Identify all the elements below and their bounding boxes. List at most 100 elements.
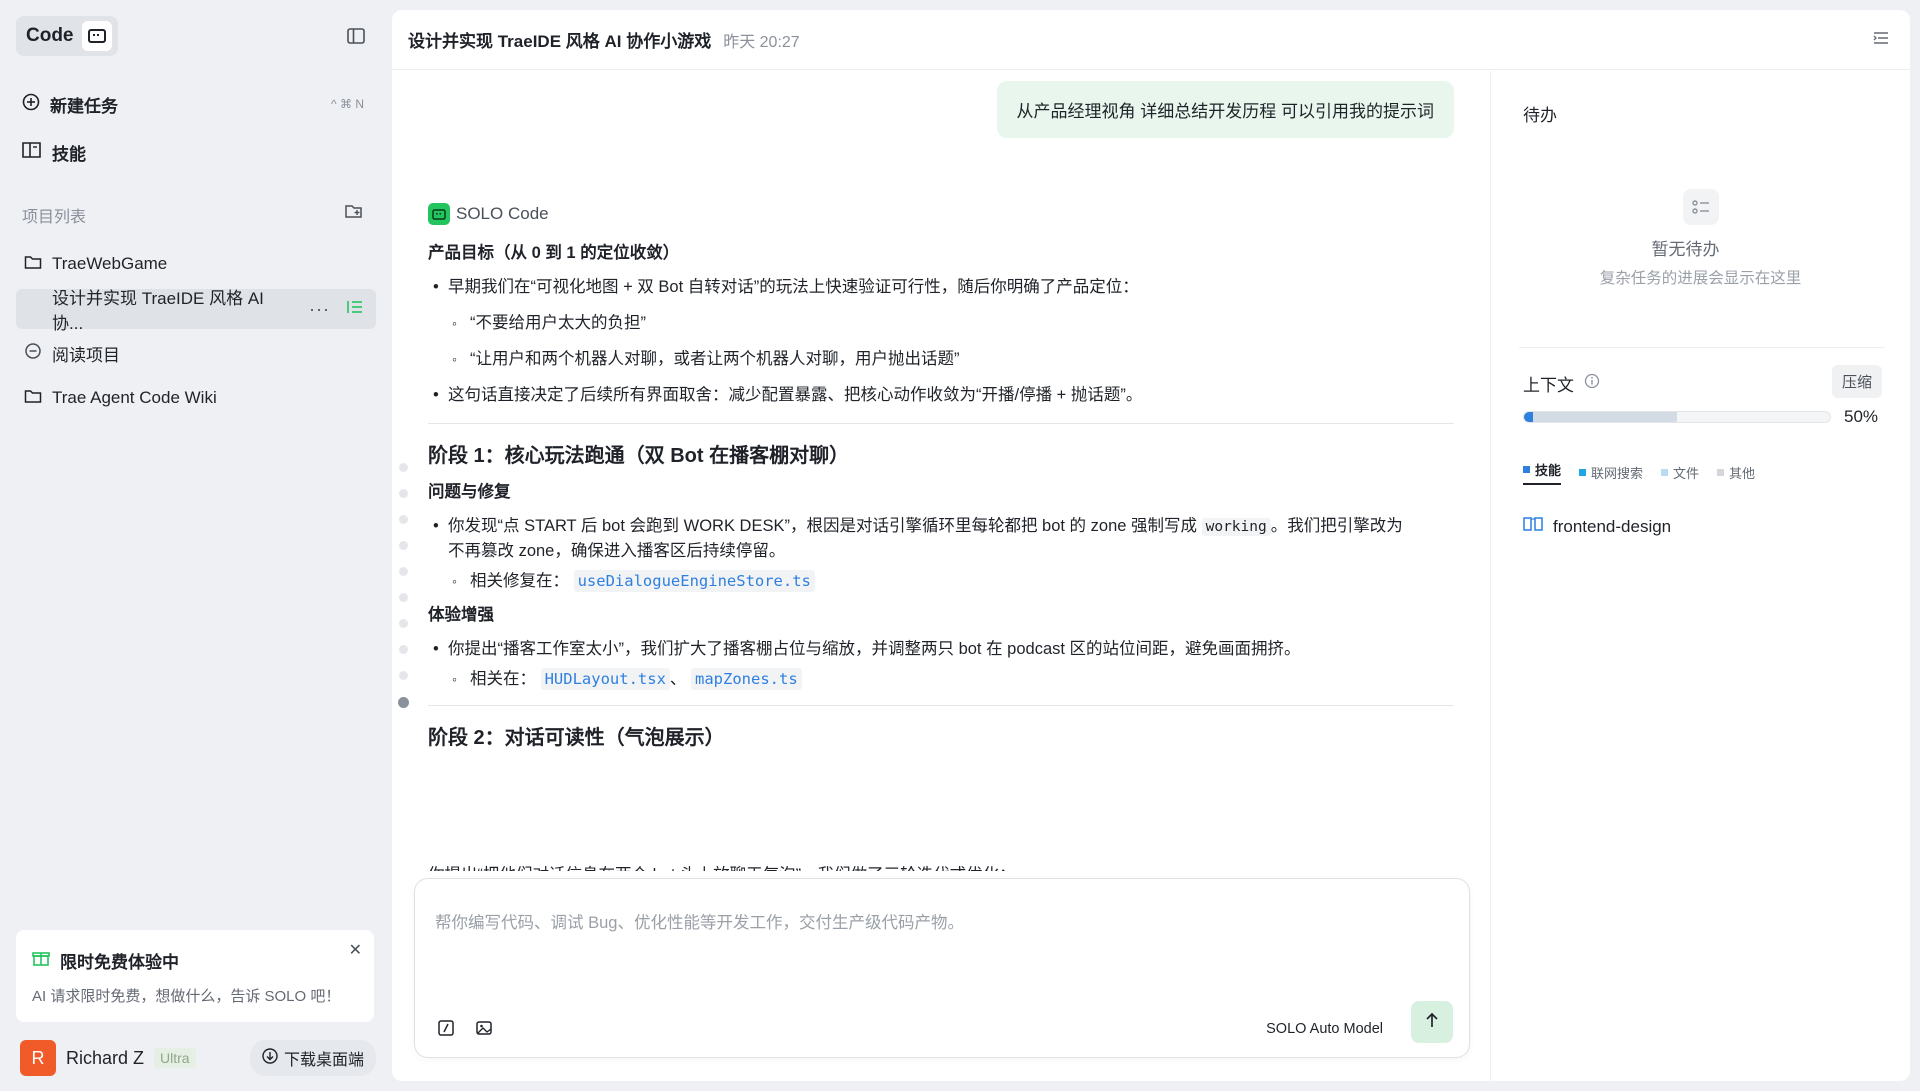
promo-title: 限时免费体验中 bbox=[60, 953, 179, 972]
legend-tab-skills[interactable]: 技能 bbox=[1523, 460, 1562, 485]
sub-heading: 问题与修复 bbox=[428, 483, 511, 501]
sidebar-toggle-icon[interactable] bbox=[344, 24, 368, 48]
folder-icon bbox=[24, 254, 42, 275]
project-label: TraeWebGame bbox=[52, 254, 168, 273]
brand-label: Code bbox=[26, 25, 74, 46]
legend-swatch bbox=[1523, 466, 1530, 473]
inline-code: working bbox=[1201, 518, 1271, 536]
legend-label: 联网搜索 bbox=[1591, 466, 1644, 481]
outline-dot[interactable] bbox=[399, 671, 408, 680]
skills-label: 技能 bbox=[52, 144, 86, 164]
skills-button[interactable]: 技能 bbox=[16, 132, 376, 172]
outline-toggle-icon[interactable] bbox=[1872, 30, 1890, 51]
file-link[interactable]: useDialogueEngineStore.ts bbox=[573, 570, 815, 592]
section-heading: 产品目标（从 0 到 1 的定位收敛） bbox=[428, 244, 680, 262]
minus-circle-icon bbox=[24, 342, 42, 365]
checklist-icon bbox=[1683, 189, 1719, 225]
promo-card: 限时免费体验中 AI 请求限时免费，想做什么，告诉 SOLO 吧！ ✕ bbox=[16, 930, 374, 1022]
list-text: 你发现“点 START 后 bot 会跑到 WORK DESK”，根因是对话引擎… bbox=[448, 517, 1202, 535]
more-options-icon[interactable]: ··· bbox=[309, 299, 330, 320]
outline-dot-active[interactable] bbox=[398, 697, 409, 708]
skill-item[interactable]: frontend-design bbox=[1523, 516, 1671, 537]
folder-icon bbox=[24, 388, 42, 409]
avatar[interactable]: R bbox=[20, 1040, 56, 1076]
list-text: 相关修复在： bbox=[470, 572, 569, 590]
phase-heading: 阶段 2：对话可读性（气泡展示） bbox=[428, 727, 725, 749]
context-title: 上下文 bbox=[1523, 376, 1574, 395]
slash-command-icon[interactable] bbox=[437, 1019, 455, 1042]
download-desktop-button[interactable]: 下载桌面端 bbox=[249, 1040, 376, 1076]
outline-dot[interactable] bbox=[399, 463, 408, 472]
legend-label: 文件 bbox=[1673, 466, 1700, 481]
file-link[interactable]: HUDLayout.tsx bbox=[540, 668, 670, 690]
legend-tab-web-search[interactable]: 联网搜索 bbox=[1579, 460, 1643, 485]
task-list-icon bbox=[346, 299, 364, 320]
model-selector[interactable]: SOLO Auto Model bbox=[1266, 1021, 1383, 1037]
user-name[interactable]: Richard Z bbox=[66, 1048, 144, 1069]
list-text: 。我们把引擎改为 bbox=[1270, 517, 1403, 535]
download-icon bbox=[262, 1047, 278, 1069]
context-header: 上下文 bbox=[1523, 371, 1600, 396]
list-item: 你提出“播客工作室太小”，我们扩大了播客棚占位与缩放，并调整两只 bot 在 p… bbox=[428, 637, 1454, 661]
send-button[interactable] bbox=[1411, 1001, 1453, 1043]
outline-dot[interactable] bbox=[399, 515, 408, 524]
legend-swatch bbox=[1661, 469, 1669, 476]
outline-dot[interactable] bbox=[399, 645, 408, 654]
phase-heading: 阶段 1：核心玩法跑通（双 Bot 在播客棚对聊） bbox=[428, 445, 850, 467]
message-composer[interactable]: 帮你编写代码、调试 Bug、优化性能等开发工作，交付生产级代码产物。 SOLO … bbox=[414, 878, 1470, 1058]
new-task-shortcut: ^ ⌘ N bbox=[331, 97, 364, 111]
legend-label: 技能 bbox=[1535, 463, 1562, 478]
project-item-traewebgame[interactable]: TraeWebGame bbox=[16, 244, 376, 284]
assistant-message: 产品目标（从 0 到 1 的定位收敛） 早期我们在“可视化地图 + 双 Bot … bbox=[428, 241, 1454, 750]
message-outline-rail[interactable] bbox=[398, 463, 410, 725]
new-task-label: 新建任务 bbox=[50, 96, 118, 116]
todo-empty-subtitle: 复杂任务的进展会显示在这里 bbox=[1599, 270, 1802, 287]
plus-circle-icon bbox=[22, 93, 40, 116]
outline-dot[interactable] bbox=[399, 541, 408, 550]
project-label: 阅读项目 bbox=[52, 345, 120, 365]
project-item-wiki[interactable]: Trae Agent Code Wiki bbox=[16, 378, 376, 418]
code-terminal-icon bbox=[81, 21, 112, 51]
solo-code-logo-icon bbox=[428, 203, 450, 225]
plan-badge: Ultra bbox=[154, 1048, 196, 1068]
assistant-sender: SOLO Code bbox=[428, 203, 549, 225]
new-task-button[interactable]: 新建任务 ^ ⌘ N bbox=[16, 84, 376, 124]
compress-button[interactable]: 压缩 bbox=[1831, 365, 1882, 398]
legend-label: 其他 bbox=[1729, 466, 1756, 481]
info-icon[interactable] bbox=[1584, 373, 1600, 394]
projects-section-label: 项目列表 bbox=[22, 209, 87, 226]
list-text: 、 bbox=[669, 670, 687, 688]
outline-dot[interactable] bbox=[399, 489, 408, 498]
user-message-bubble: 从产品经理视角 详细总结开发历程 可以引用我的提示词 bbox=[996, 81, 1454, 138]
add-folder-icon[interactable] bbox=[344, 202, 364, 225]
file-link[interactable]: mapZones.ts bbox=[691, 668, 802, 690]
project-label: Trae Agent Code Wiki bbox=[52, 388, 217, 407]
chat-thread[interactable]: 从产品经理视角 详细总结开发历程 可以引用我的提示词 SOLO Code 产品目… bbox=[392, 71, 1490, 871]
todo-title: 待办 bbox=[1523, 106, 1557, 125]
list-item: “不要给用户太大的负担” bbox=[428, 311, 1454, 335]
close-icon[interactable]: ✕ bbox=[349, 940, 362, 960]
list-item: 早期我们在“可视化地图 + 双 Bot 自转对话”的玩法上快速验证可行性，随后你… bbox=[428, 275, 1454, 299]
gift-icon bbox=[32, 949, 50, 972]
download-label: 下载桌面端 bbox=[283, 1052, 364, 1069]
timestamp: 昨天 20:27 bbox=[723, 33, 800, 51]
outline-dot[interactable] bbox=[399, 593, 408, 602]
brand-switcher[interactable]: Code bbox=[16, 16, 118, 56]
image-upload-icon[interactable] bbox=[475, 1019, 493, 1042]
project-item-active-task[interactable]: 设计并实现 TraeIDE 风格 AI 协... ··· bbox=[16, 289, 376, 333]
list-text: 不再篡改 zone，确保进入播客区后持续停留。 bbox=[448, 542, 786, 560]
legend-swatch bbox=[1579, 469, 1587, 476]
list-item: “让用户和两个机器人对聊，或者让两个机器人对聊，用户抛出话题” bbox=[428, 347, 1454, 371]
project-item-read[interactable]: 阅读项目 bbox=[16, 333, 376, 373]
right-panel: 待办 暂无待办 复杂任务的进展会显示在这里 上下文 压缩 50% 技能 联网搜索… bbox=[1491, 71, 1910, 1081]
legend-tab-files[interactable]: 文件 bbox=[1661, 460, 1699, 485]
list-item: 你发现“点 START 后 bot 会跑到 WORK DESK”，根因是对话引擎… bbox=[428, 514, 1454, 563]
outline-dot[interactable] bbox=[399, 619, 408, 628]
legend-swatch bbox=[1717, 469, 1725, 476]
open-book-icon bbox=[1523, 516, 1543, 537]
outline-dot[interactable] bbox=[399, 567, 408, 576]
context-usage-other-fill bbox=[1533, 412, 1677, 422]
sender-name: SOLO Code bbox=[456, 204, 549, 223]
legend-tab-other[interactable]: 其他 bbox=[1717, 460, 1755, 485]
composer-input[interactable]: 帮你编写代码、调试 Bug、优化性能等开发工作，交付生产级代码产物。 bbox=[435, 909, 964, 933]
